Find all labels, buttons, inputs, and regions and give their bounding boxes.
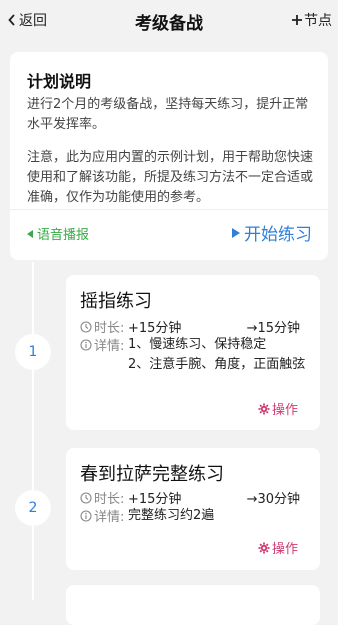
nav-bar: 返回 考级备战 节点 — [0, 0, 338, 40]
play-left-icon — [27, 229, 33, 238]
action-label: 操作 — [271, 542, 298, 557]
duration-label: 时长: — [94, 492, 125, 507]
add-node-label: 节点 — [304, 13, 332, 29]
detail-line: 1、慢速练习、保持稳定 — [128, 337, 267, 352]
voice-label: 语音播报 — [37, 228, 90, 243]
step-title: 摇指练习 — [80, 291, 152, 312]
plan-note: 注意，此为应用内置的示例计划，用于帮助您快速使用和了解该功能，所提及练习方法不一… — [27, 150, 314, 205]
detail-label: 详情: — [94, 339, 125, 354]
duration-row: 时长: +15分钟 — [80, 317, 181, 336]
start-label: 开始练习 — [244, 225, 312, 245]
divider — [10, 209, 328, 210]
clock-icon — [80, 320, 92, 333]
duration-increment: +15分钟 — [128, 321, 182, 336]
step-node-2[interactable]: 2 — [15, 490, 51, 526]
duration-total: →15分钟 — [246, 321, 300, 336]
duration-row: 时长: +15分钟 — [80, 488, 181, 507]
step-title: 春到拉萨完整练习 — [80, 464, 224, 485]
plan-description: 进行2个月的考级备战，坚持每天练习，提升正常水平发挥率。 — [27, 97, 309, 132]
action-button[interactable]: 操作 — [258, 538, 298, 557]
step-card[interactable]: 春到拉萨完整练习 时长: +15分钟 →30分钟 详情: 完整练习约2遍 操作 — [66, 448, 320, 570]
page-title: 考级备战 — [135, 14, 203, 34]
detail-row: 详情: 1、慢速练习、保持稳定 2、注意手腕、角度，正面触弦 — [80, 335, 305, 375]
duration-total: →30分钟 — [246, 492, 300, 507]
timeline-line — [32, 262, 34, 600]
detail-label: 详情: — [94, 510, 125, 525]
plus-icon — [292, 15, 302, 25]
step-card[interactable]: 摇指练习 时长: +15分钟 →15分钟 详情: 1、慢速练习、保持稳定 2、注… — [66, 275, 320, 430]
duration-label: 时长: — [94, 321, 125, 336]
add-node-button[interactable]: 节点 — [292, 10, 332, 30]
detail-row: 详情: 完整练习约2遍 — [80, 506, 214, 526]
start-practice-button[interactable]: 开始练习 — [232, 220, 312, 245]
step-card[interactable] — [66, 585, 320, 625]
action-button[interactable]: 操作 — [258, 399, 298, 418]
action-label: 操作 — [271, 403, 298, 418]
step-node-1[interactable]: 1 — [15, 334, 51, 370]
duration-increment: +15分钟 — [128, 492, 182, 507]
play-icon — [232, 227, 240, 238]
detail-line: 2、注意手腕、角度，正面触弦 — [128, 357, 306, 372]
plan-title: 计划说明 — [27, 72, 92, 91]
info-icon — [80, 338, 92, 351]
clock-icon — [80, 491, 92, 504]
info-icon — [80, 509, 92, 522]
gear-icon — [258, 542, 270, 554]
voice-broadcast-button[interactable]: 语音播报 — [27, 224, 89, 243]
gear-icon — [258, 403, 270, 415]
plan-card: 计划说明 进行2个月的考级备战，坚持每天练习，提升正常水平发挥率。 注意，此为应… — [10, 52, 328, 260]
detail-line: 完整练习约2遍 — [128, 508, 215, 523]
